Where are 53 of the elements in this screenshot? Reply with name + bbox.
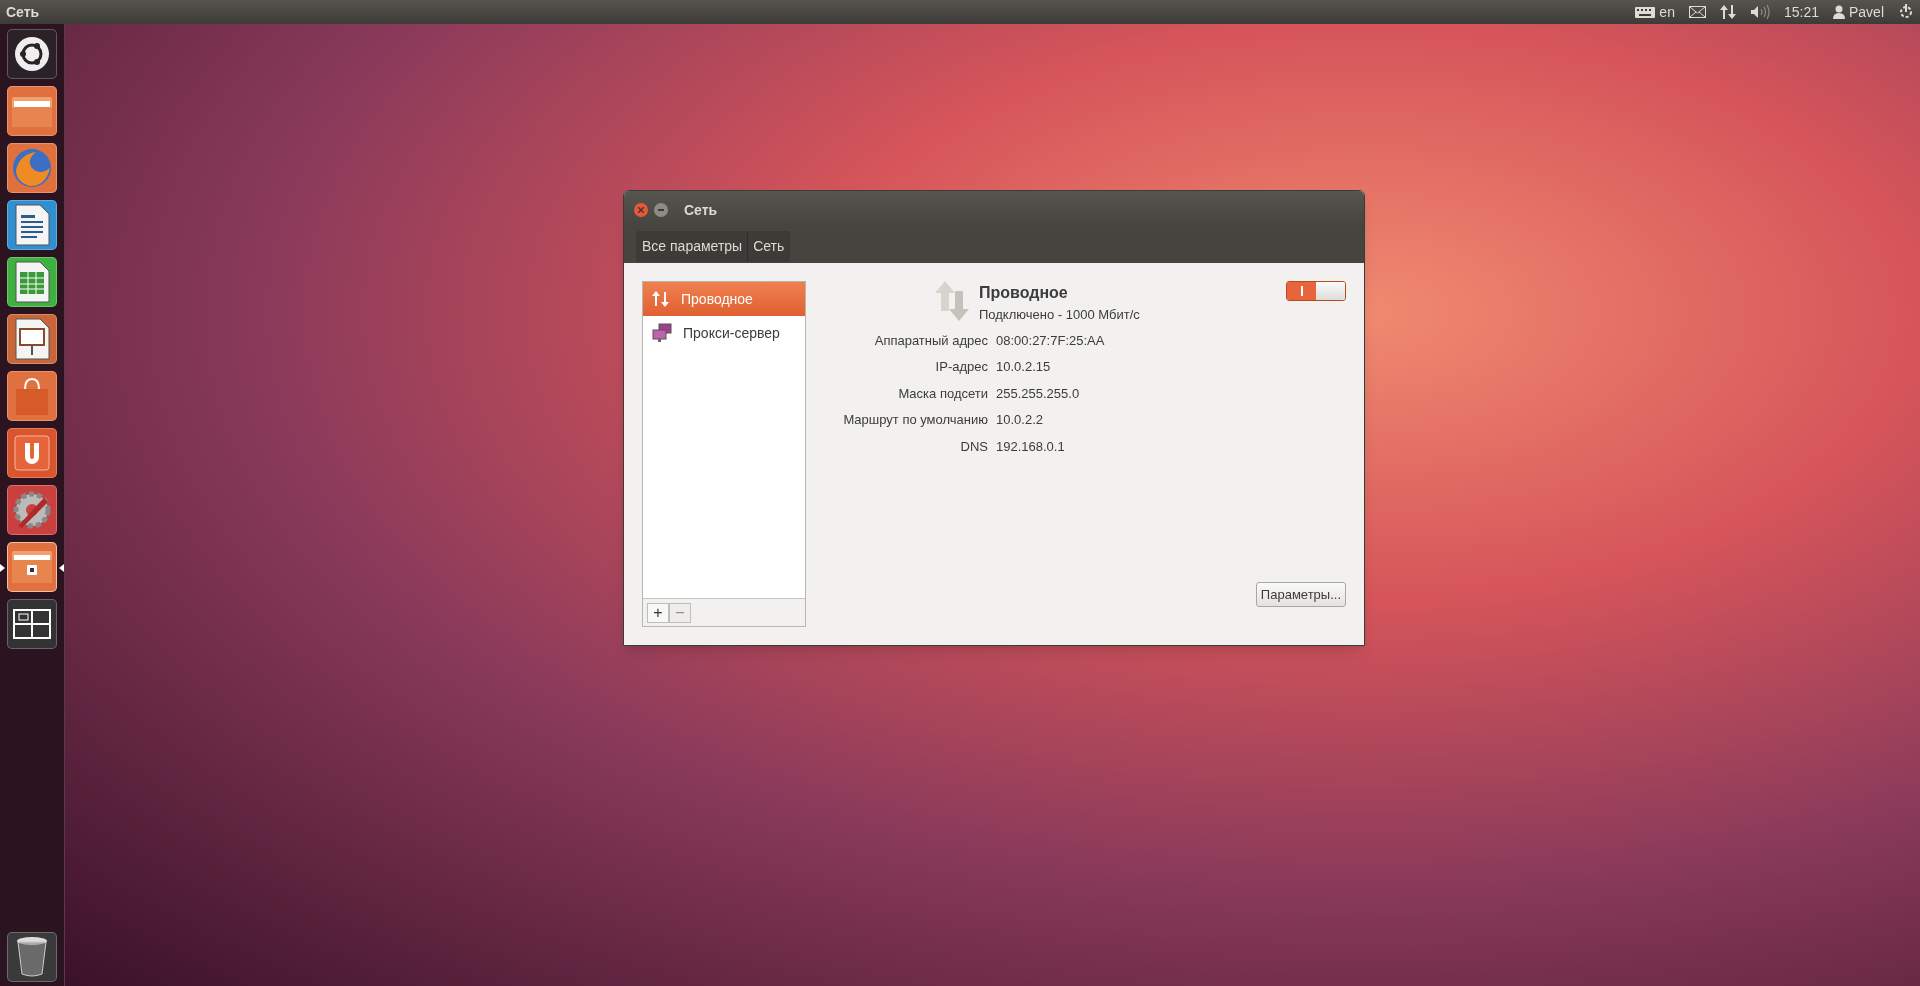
envelope-icon[interactable] (1688, 6, 1706, 18)
field-value: 255.255.255.0 (996, 384, 1081, 403)
trash-icon (15, 936, 49, 978)
clock[interactable]: 15:21 (1783, 1, 1819, 23)
spreadsheet-icon (13, 260, 51, 304)
speaker-icon[interactable] (1749, 5, 1770, 19)
app-title: Сеть (6, 2, 40, 22)
minimize-button[interactable] (654, 203, 668, 217)
field-value: 10.0.2.2 (996, 411, 1044, 429)
globe-icon (10, 146, 54, 190)
on-mark-icon (1300, 286, 1303, 296)
window-title: Сеть (684, 200, 718, 220)
field-value: 192.168.0.1 (996, 437, 1066, 456)
up-down-arrows-icon (651, 290, 671, 308)
close-button[interactable] (634, 203, 648, 217)
cloud-u-icon (12, 433, 52, 473)
field-label: DNS (959, 437, 988, 456)
monitors-icon (651, 323, 673, 343)
connection-label: Проводное (681, 289, 753, 309)
breadcrumb-button[interactable]: Сеть (747, 232, 790, 261)
workspace-grid-icon (13, 609, 51, 639)
add-button[interactable]: + (647, 602, 669, 623)
field-label: Аппаратный адрес (873, 331, 988, 350)
active-indicator-icon (0, 564, 5, 572)
field-label: IP-адрес (934, 358, 988, 376)
minimize-icon (658, 209, 664, 211)
close-icon (638, 207, 644, 213)
ubuntu-logo-icon (14, 36, 50, 72)
network-arrows-icon[interactable] (1719, 4, 1736, 20)
launcher-button[interactable] (7, 932, 57, 982)
field-value: 10.0.2.15 (996, 358, 1052, 376)
user-name[interactable]: Pavel (1848, 1, 1884, 23)
connection-label: Прокси-сервер (683, 323, 780, 343)
presentation-icon (13, 317, 51, 361)
document-icon (13, 203, 51, 247)
person-icon (1832, 5, 1845, 19)
launcher-button[interactable] (7, 314, 57, 364)
up-down-arrows-icon (935, 281, 971, 321)
breadcrumb-button[interactable]: Все параметры (637, 232, 748, 261)
keyboard-layout[interactable]: en (1659, 1, 1675, 23)
launcher-button[interactable] (7, 599, 57, 649)
connection-status: Подключено - 1000 Мбит/с (979, 306, 1140, 324)
power-icon[interactable] (1898, 4, 1914, 20)
options-button[interactable]: Параметры... (1255, 582, 1346, 607)
connection-item[interactable]: Прокси-сервер (643, 316, 805, 350)
keyboard-icon (1635, 6, 1656, 18)
field-label: Маска подсети (897, 384, 988, 403)
connection-title: Проводное (979, 283, 1069, 303)
field-value: 08:00:27:7F:25:AA (996, 331, 1106, 350)
launcher-button[interactable] (7, 29, 57, 79)
launcher-button[interactable] (7, 200, 57, 250)
field-label: Маршрут по умолчанию (842, 411, 988, 429)
toggle-switch[interactable] (1286, 281, 1346, 301)
